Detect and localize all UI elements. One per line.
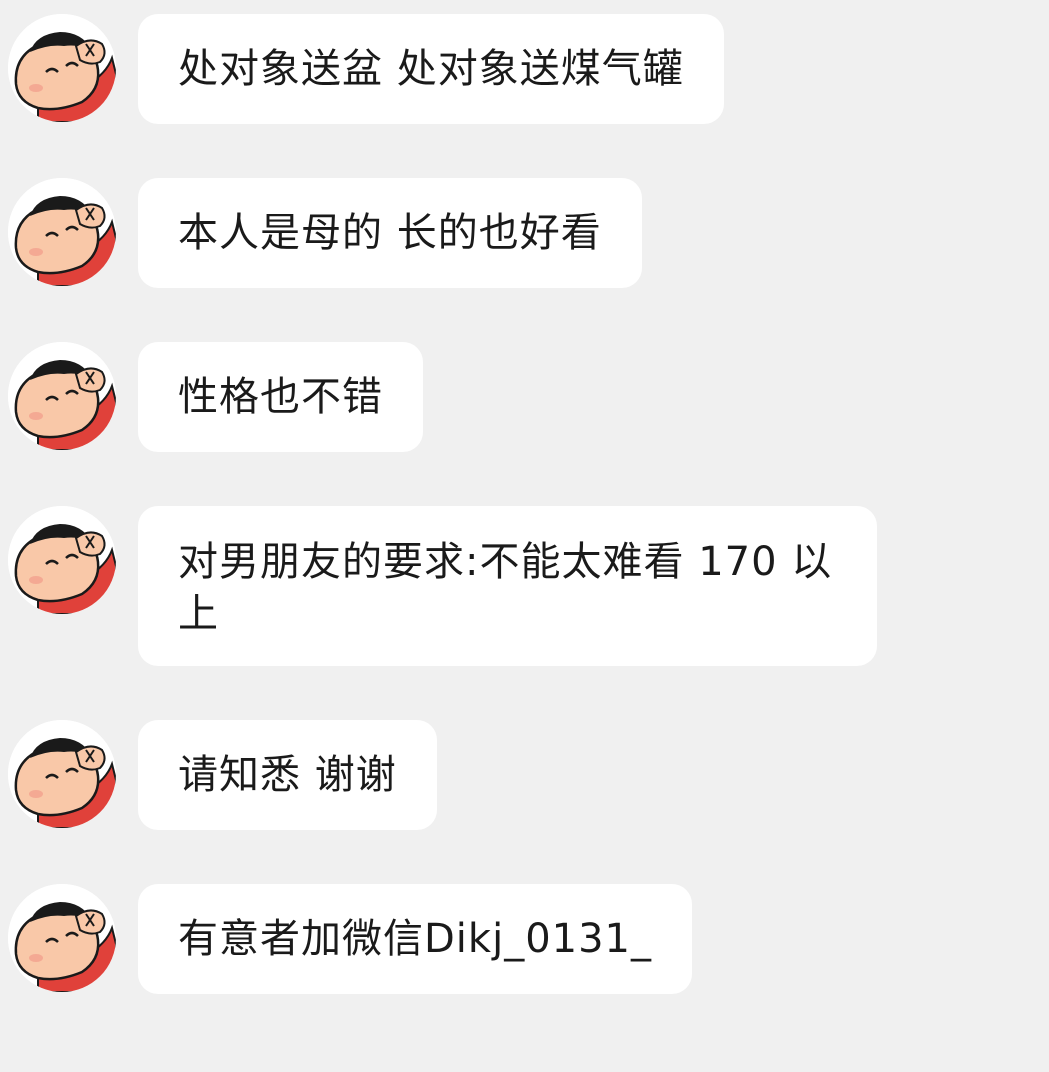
avatar-icon[interactable] xyxy=(8,342,116,450)
avatar-icon[interactable] xyxy=(8,178,116,286)
message-bubble[interactable]: 处对象送盆 处对象送煤气罐 xyxy=(138,14,724,124)
message-bubble[interactable]: 有意者加微信Dikj_0131_ xyxy=(138,884,692,994)
message-bubble[interactable]: 请知悉 谢谢 xyxy=(138,720,437,830)
message-bubble[interactable]: 对男朋友的要求:不能太难看 170 以上 xyxy=(138,506,877,666)
avatar-icon[interactable] xyxy=(8,720,116,828)
avatar-icon[interactable] xyxy=(8,884,116,992)
avatar-icon[interactable] xyxy=(8,14,116,122)
message-bubble[interactable]: 本人是母的 长的也好看 xyxy=(138,178,642,288)
message-bubble[interactable]: 性格也不错 xyxy=(138,342,423,452)
avatar-icon[interactable] xyxy=(8,506,116,614)
